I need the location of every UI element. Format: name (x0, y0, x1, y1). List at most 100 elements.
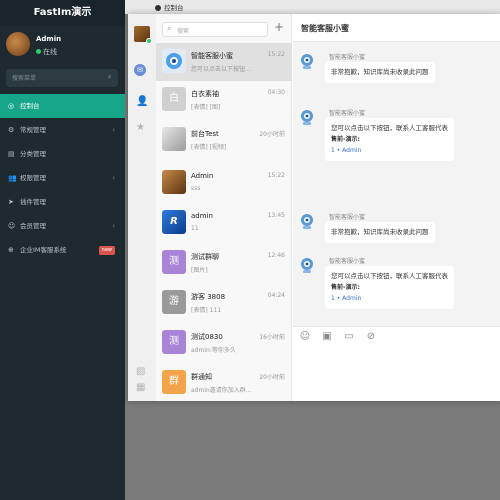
message-sender: 智能客服小蜜 (329, 258, 366, 265)
conversation-preview: [表情] [视频] (191, 144, 227, 151)
sidebar-item-dashboard[interactable]: ◎ 控制台 (0, 94, 125, 118)
quick-reply-link[interactable]: 1 • Admin (331, 145, 448, 156)
sidebar-item-label: 插件管理 (20, 198, 46, 206)
list-item[interactable]: 群 群通知 20小时前 admin邀请你加入群... (156, 364, 292, 402)
chat-window: ✉ 👤 ★ ▨ ▦ ⌕ 搜索 + 智能客服小蜜 15:22 您可以点击以下按钮.… (128, 14, 500, 401)
user-icon: ☺ (8, 222, 16, 230)
sidebar-item-im-system[interactable]: ⊕ 企业IM客服系统 new (0, 238, 125, 262)
conversation-time: 15:22 (267, 172, 285, 179)
add-icon[interactable]: + (274, 20, 284, 34)
message-input[interactable] (293, 348, 500, 401)
conversation-preview: [表情] [图] (191, 104, 221, 111)
sidebar-item-plugin[interactable]: ➤ 插件管理 (0, 190, 125, 214)
sidebar-item-general[interactable]: ⚙ 常规管理 ‹ (0, 118, 125, 142)
conversation-time: 20小时前 (259, 131, 285, 138)
grid-icon[interactable]: ▦ (136, 382, 145, 393)
message-sender: 智能客服小蜜 (329, 214, 366, 221)
tab-dot-icon (155, 5, 161, 11)
avatar[interactable] (134, 26, 152, 44)
message-bubble: 您可以点击以下按钮，联系人工客服代表 售前-演示: 1 • Admin (325, 266, 454, 309)
brand-logo[interactable]: FastIm演示 (0, 0, 125, 26)
message-text: 非常抱歉，知识库尚未收录此问题 (331, 228, 429, 236)
conversation-time: 20小时前 (259, 374, 285, 381)
chart-icon[interactable]: ▨ (136, 366, 145, 377)
conversation-name: 白衣素袖 (191, 90, 219, 98)
list-item[interactable]: 前台Test 20小时前 [表情] [视频] (156, 121, 292, 159)
admin-user-panel: Admin 在线 (0, 26, 125, 66)
chevron-left-icon: ‹ (112, 126, 115, 134)
dashboard-icon: ◎ (8, 102, 15, 110)
admin-user-name: Admin (36, 35, 62, 43)
conversation-preview: 11 (191, 225, 199, 232)
message-bubble: 非常抱歉，知识库尚未收录此问题 (325, 62, 435, 83)
conversation-name: Admin (191, 172, 214, 180)
list-icon: ▤ (8, 150, 15, 158)
composer-toolbar: ☺ ▣ ▭ ⊘ (293, 326, 500, 348)
conversation-time: 04:30 (267, 89, 285, 96)
conversation-name: 智能客服小蜜 (191, 52, 233, 60)
image-icon[interactable]: ▣ (321, 331, 333, 343)
chevron-left-icon: ‹ (112, 174, 115, 182)
list-item[interactable]: R admin 13:45 11 (156, 204, 292, 242)
avatar: 测 (162, 330, 186, 354)
avatar: 游 (162, 290, 186, 314)
conversation-preview: 您可以点击以下按钮... (191, 66, 251, 73)
chat-search-placeholder: 搜索 (177, 28, 190, 35)
contacts-icon[interactable]: 👤 (136, 96, 148, 107)
rocket-icon: ➤ (8, 198, 14, 206)
compass-icon[interactable]: ⊘ (365, 331, 377, 343)
message-bubble: 您可以点击以下按钮，联系人工客服代表 售前-演示: 1 • Admin (325, 118, 454, 161)
sidebar-item-label: 会员管理 (20, 222, 46, 230)
quick-reply-heading: 售前-演示: (331, 136, 360, 143)
message-sender: 智能客服小蜜 (329, 54, 366, 61)
star-icon[interactable]: ★ (136, 122, 145, 133)
sidebar-item-member[interactable]: ☺ 会员管理 ‹ (0, 214, 125, 238)
search-icon: ⌕ (167, 24, 172, 33)
conversation-time: 04:24 (267, 292, 285, 299)
bot-avatar (301, 110, 313, 125)
bot-avatar (162, 49, 186, 73)
file-icon[interactable]: ▭ (343, 331, 355, 343)
tab-dashboard[interactable]: 控制台 (155, 2, 184, 12)
conversation-list: ⌕ 搜索 + 智能客服小蜜 15:22 您可以点击以下按钮... 白 白衣素袖 … (156, 14, 292, 401)
conversation-name: 测试群聊 (191, 253, 219, 261)
list-item[interactable]: 测 测试群聊 12:46 [图片] (156, 244, 292, 282)
emoji-icon[interactable]: ☺ (299, 331, 311, 343)
globe-icon: ⊕ (8, 246, 14, 254)
message-text: 您可以点击以下按钮，联系人工客服代表 (331, 124, 448, 132)
conversation-preview: [图片] (191, 267, 208, 274)
menu-search-placeholder: 搜索菜单 (12, 75, 37, 82)
page-title: 智能客服小蜜 (301, 24, 349, 33)
conversation-preview: sss (191, 185, 201, 192)
page-tab-bar: 控制台 (125, 0, 500, 14)
list-item[interactable]: 测 测试0830 16小时前 admin:等你多久 (156, 324, 292, 362)
chat-panel: 智能客服小蜜 智能客服小蜜 非常抱歉，知识库尚未收录此问题 智能客服小蜜 您可以… (293, 14, 500, 401)
admin-user-status: 在线 (36, 47, 57, 57)
list-item[interactable]: 智能客服小蜜 15:22 您可以点击以下按钮... (156, 43, 292, 81)
list-item[interactable]: 白 白衣素袖 04:30 [表情] [图] (156, 81, 292, 119)
menu-search-input[interactable]: 搜索菜单 ⌕ (6, 69, 118, 87)
chat-search-input[interactable]: ⌕ 搜索 (162, 22, 268, 37)
message-text: 您可以点击以下按钮，联系人工客服代表 (331, 272, 448, 280)
conversation-preview: admin:等你多久 (191, 347, 236, 354)
conversation-preview: [表情] 111 (191, 307, 222, 314)
avatar[interactable] (6, 32, 30, 56)
avatar: 群 (162, 370, 186, 394)
conversation-name: 群通知 (191, 373, 212, 381)
message-sender: 智能客服小蜜 (329, 110, 366, 117)
bot-avatar (301, 54, 313, 69)
tab-label: 控制台 (164, 4, 184, 12)
sidebar-nav: ◎ 控制台 ⚙ 常规管理 ‹ ▤ 分类管理 👥 权限管理 ‹ ➤ 插件管理 ☺ … (0, 94, 125, 262)
new-badge: new (98, 246, 115, 255)
chat-rail: ✉ 👤 ★ ▨ ▦ (128, 14, 156, 401)
sidebar-item-permission[interactable]: 👥 权限管理 ‹ (0, 166, 125, 190)
sidebar-item-category[interactable]: ▤ 分类管理 (0, 142, 125, 166)
search-icon[interactable]: ⌕ (108, 72, 112, 82)
message-icon[interactable]: ✉ (134, 64, 146, 76)
quick-reply-link[interactable]: 1 • Admin (331, 293, 448, 304)
list-item[interactable]: 游 游客 3808 04:24 [表情] 111 (156, 284, 292, 322)
conversation-time: 12:46 (267, 252, 285, 259)
online-status-icon (146, 38, 152, 44)
message-text: 非常抱歉，知识库尚未收录此问题 (331, 68, 429, 76)
list-item[interactable]: Admin 15:22 sss (156, 164, 292, 202)
